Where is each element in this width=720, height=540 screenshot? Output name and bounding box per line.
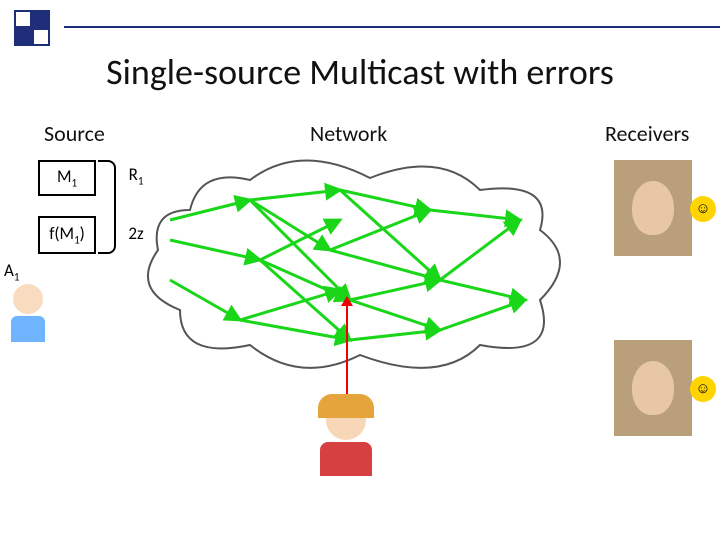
cell-fm1: f(M1) — [38, 216, 96, 254]
col-label-receivers: Receivers — [605, 120, 689, 147]
col-label-network: Network — [310, 120, 387, 147]
smile-face-icon: ☺ — [690, 196, 716, 222]
network-cloud-icon — [140, 150, 570, 380]
slide-deco-icon — [14, 10, 50, 46]
smile-face-icon: ☺ — [690, 376, 716, 402]
source-user-icon — [6, 284, 50, 344]
receiver-1-portrait — [614, 160, 692, 256]
col-label-source: Source — [44, 120, 105, 147]
cell-m1: M1 — [38, 160, 96, 196]
slide-title: Single-source Multicast with errors — [0, 50, 720, 94]
label-a1: A1 — [4, 260, 19, 283]
cell-fm1-text: f(M1) — [49, 225, 85, 245]
cell-m1-text: M1 — [57, 168, 77, 188]
adversary-icon — [310, 400, 382, 488]
receiver-2-portrait — [614, 340, 692, 436]
adversary-error-arrow — [346, 304, 348, 408]
brace-icon — [98, 160, 116, 254]
